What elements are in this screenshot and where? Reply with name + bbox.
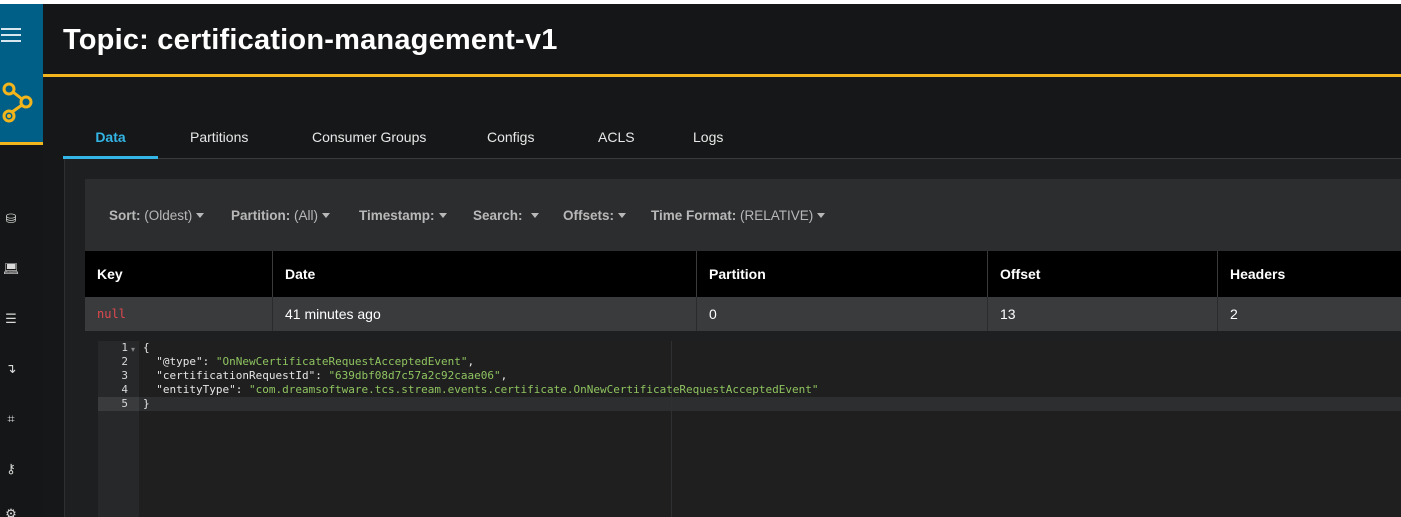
json-key: "@type" <box>143 355 203 368</box>
tab-bar: Data Partitions Consumer Groups Configs … <box>63 123 1401 159</box>
line-number: 3 <box>121 369 128 382</box>
json-brace: { <box>143 341 150 354</box>
page-title: Topic: certification-management-v1 <box>63 24 558 56</box>
tab-consumer-groups[interactable]: Consumer Groups <box>312 129 426 159</box>
tab-partitions[interactable]: Partitions <box>190 129 248 159</box>
column-header-date[interactable]: Date <box>273 251 697 297</box>
code-line: "certificationRequestId": "639dbf08d7c57… <box>143 369 507 383</box>
chevron-down-icon <box>438 213 447 218</box>
json-string: "OnNewCertificateRequestAcceptedEvent" <box>215 355 468 368</box>
timestamp-label: Timestamp: <box>359 208 435 223</box>
chevron-down-icon <box>618 213 627 218</box>
json-brace: } <box>143 397 150 410</box>
chevron-down-icon <box>322 213 331 218</box>
hamburger-menu-icon[interactable] <box>1 28 21 42</box>
search-label: Search: <box>473 208 523 223</box>
download-arrow-icon[interactable]: ↴ <box>3 362 19 378</box>
json-separator: : <box>202 355 216 368</box>
line-number: 4 <box>121 383 128 396</box>
partition-value: (All) <box>294 208 319 223</box>
table-row[interactable]: null 41 minutes ago 0 13 2 <box>85 297 1401 331</box>
time-format-dropdown[interactable]: Time Format: (RELATIVE) <box>651 208 826 223</box>
offsets-dropdown[interactable]: Offsets: <box>563 208 627 223</box>
offsets-label: Offsets: <box>563 208 615 223</box>
database-icon[interactable]: ⛁ <box>3 212 19 228</box>
data-panel: Sort: (Oldest) Partition: (All) Timestam… <box>64 159 1401 517</box>
key-icon[interactable]: ⚷ <box>3 462 19 478</box>
tab-configs[interactable]: Configs <box>487 129 534 159</box>
cell-key: null <box>85 297 273 331</box>
tab-data[interactable]: Data <box>63 129 158 159</box>
sort-dropdown[interactable]: Sort: (Oldest) <box>109 208 205 223</box>
cell-headers: 2 <box>1230 306 1238 322</box>
json-comma: , <box>467 355 475 368</box>
code-line: "entityType": "com.dreamsoftware.tcs.str… <box>143 383 819 397</box>
cell-date: 41 minutes ago <box>273 297 697 331</box>
sort-value: (Oldest) <box>144 208 193 223</box>
table-header: Key Date Partition Offset Headers <box>85 251 1401 297</box>
time-format-label: Time Format: <box>651 208 737 223</box>
tab-logs[interactable]: Logs <box>693 129 723 159</box>
time-format-value: (RELATIVE) <box>740 208 814 223</box>
code-line: { <box>143 341 150 355</box>
json-key: "entityType" <box>143 383 236 396</box>
json-key: "certificationRequestId" <box>143 369 316 382</box>
column-header-key[interactable]: Key <box>85 251 273 297</box>
chevron-down-icon <box>196 213 205 218</box>
search-dropdown[interactable]: Search: <box>473 208 539 223</box>
timestamp-dropdown[interactable]: Timestamp: <box>359 208 447 223</box>
fold-arrow-icon[interactable]: ▾ <box>131 345 135 354</box>
laptop-icon[interactable]: 💻︎ <box>3 262 20 278</box>
chevron-down-icon <box>530 213 539 218</box>
filter-toolbar: Sort: (Oldest) Partition: (All) Timestam… <box>85 179 1401 251</box>
code-line: } <box>143 397 150 411</box>
chevron-down-icon <box>817 213 826 218</box>
partition-label: Partition: <box>231 208 291 223</box>
partition-dropdown[interactable]: Partition: (All) <box>231 208 331 223</box>
sort-label: Sort: <box>109 208 141 223</box>
json-separator: : <box>315 369 329 382</box>
code-line: "@type": "OnNewCertificateRequestAccepte… <box>143 355 474 369</box>
frame-icon[interactable]: ⌗ <box>3 412 19 428</box>
cell-partition: 0 <box>697 297 988 331</box>
line-number: 5 <box>121 397 128 410</box>
cell-offset: 13 <box>988 297 1218 331</box>
list-icon[interactable]: ☰ <box>3 312 19 328</box>
page-header: Topic: certification-management-v1 <box>43 4 1401 74</box>
line-number: 2 <box>121 355 128 368</box>
sidebar-brand-area <box>0 4 43 145</box>
column-header-partition[interactable]: Partition <box>697 251 988 297</box>
column-header-offset[interactable]: Offset <box>988 251 1218 297</box>
column-header-headers[interactable]: Headers <box>1218 251 1401 297</box>
json-string: "com.dreamsoftware.tcs.stream.events.cer… <box>248 383 819 396</box>
sidebar: ⛁ 💻︎ ☰ ↴ ⌗ ⚷ ⚙ <box>0 4 43 517</box>
json-viewer[interactable]: ▾ 1 2 3 4 5 { "@type": "OnNewCertificate… <box>98 341 1401 517</box>
gear-icon[interactable]: ⚙ <box>3 507 19 517</box>
main-content: Data Partitions Consumer Groups Configs … <box>43 77 1401 517</box>
json-string: "639dbf08d7c57a2c92caae06" <box>328 369 501 382</box>
line-number: 1 <box>121 341 128 354</box>
json-comma: , <box>500 369 508 382</box>
tab-acls[interactable]: ACLS <box>598 129 635 159</box>
json-separator: : <box>235 383 249 396</box>
kafka-logo[interactable] <box>0 78 36 130</box>
print-margin <box>671 341 672 517</box>
active-line-highlight <box>98 397 1401 411</box>
